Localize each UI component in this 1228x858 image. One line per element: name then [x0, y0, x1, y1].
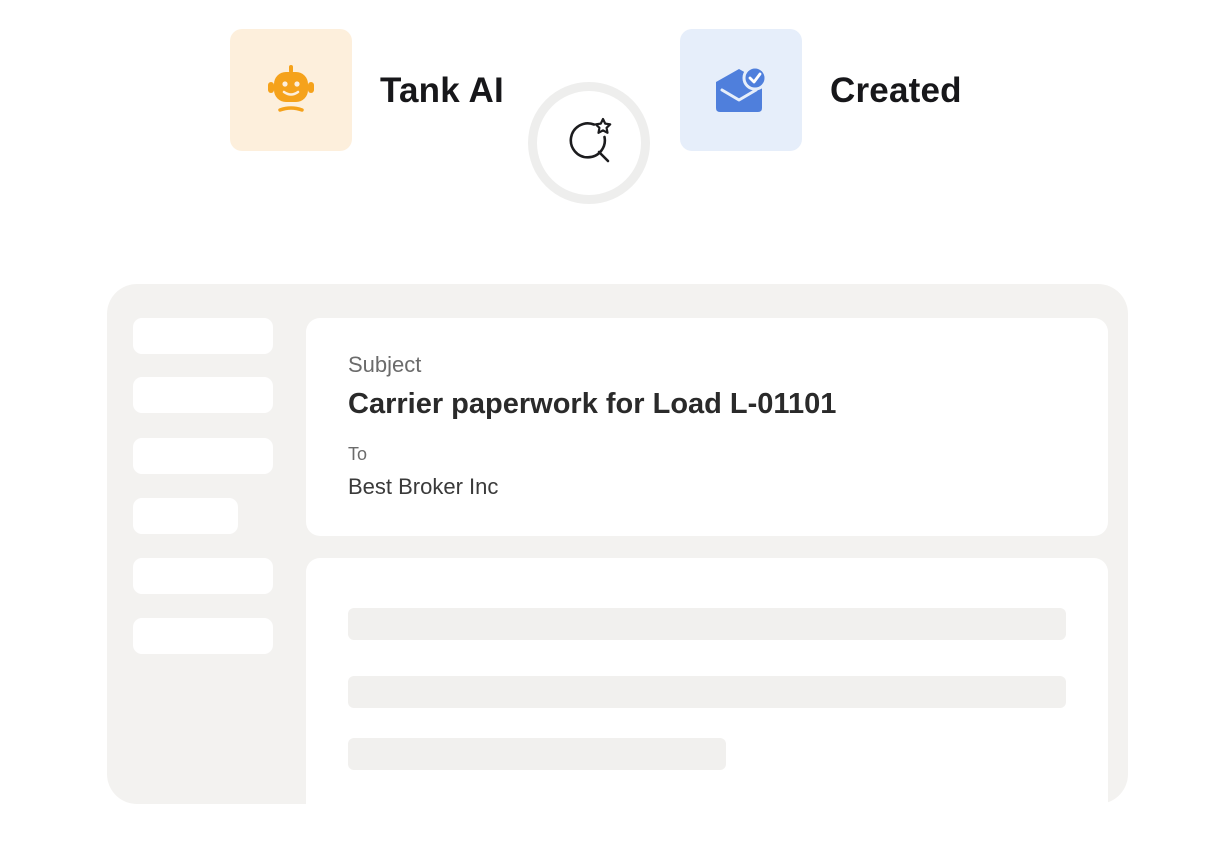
email-panel: Subject Carrier paperwork for Load L-011…: [107, 284, 1128, 858]
to-label: To: [348, 444, 368, 464]
subject-label: Subject: [348, 352, 422, 377]
status-tile: [680, 29, 802, 151]
body-placeholder-line: [348, 738, 726, 770]
sidebar-item[interactable]: [133, 318, 273, 354]
search-sparkle-icon: [569, 117, 612, 163]
mail-check-icon: [716, 65, 768, 112]
sidebar-item[interactable]: [133, 498, 238, 534]
recipient-value[interactable]: Best Broker Inc: [348, 474, 498, 500]
sidebar-item[interactable]: [133, 377, 273, 413]
agent-tile: [230, 29, 352, 151]
body-placeholder-line: [348, 676, 1066, 708]
email-body-card[interactable]: [306, 558, 1108, 858]
robot-icon: [268, 65, 314, 112]
email-header-card: Subject Carrier paperwork for Load L-011…: [306, 318, 1108, 536]
body-placeholder-line: [348, 608, 1066, 640]
sidebar-item[interactable]: [133, 618, 273, 654]
sidebar-item[interactable]: [133, 558, 273, 594]
status-label: Created: [830, 71, 962, 110]
agent-name: Tank AI: [380, 71, 504, 110]
connector: [528, 82, 650, 204]
sidebar-item[interactable]: [133, 438, 273, 474]
subject-value[interactable]: Carrier paperwork for Load L-01101: [348, 388, 836, 421]
